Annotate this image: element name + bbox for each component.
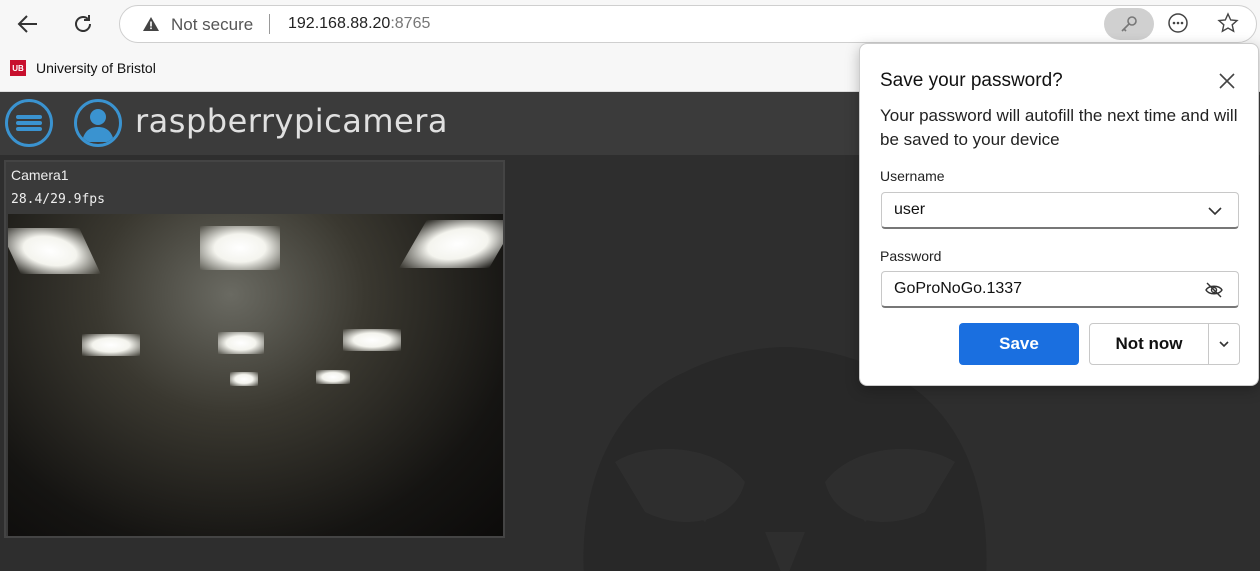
ceiling-light	[218, 332, 264, 354]
refresh-icon	[75, 15, 91, 32]
password-field[interactable]: GoProNoGo.1337	[881, 271, 1239, 308]
url-text[interactable]: 192.168.88.20:8765	[288, 15, 430, 33]
chevron-down-icon[interactable]	[1206, 202, 1224, 220]
bookmark-label: University of Bristol	[36, 60, 156, 76]
close-icon[interactable]	[1215, 69, 1239, 93]
address-divider	[269, 14, 270, 34]
camera-fps: 28.4/29.9fps	[11, 192, 105, 207]
ceiling-light	[399, 220, 503, 268]
back-button[interactable]	[11, 8, 45, 40]
not-now-dropdown-button[interactable]	[1208, 323, 1240, 365]
not-now-button[interactable]: Not now	[1089, 323, 1209, 365]
save-button[interactable]: Save	[959, 323, 1079, 365]
eye-hidden-icon[interactable]	[1204, 281, 1224, 299]
password-label: Password	[880, 248, 942, 264]
key-icon	[1121, 16, 1137, 32]
username-field[interactable]: user	[881, 192, 1239, 229]
camera-feed[interactable]	[8, 214, 503, 536]
warning-icon[interactable]	[142, 16, 160, 32]
star-icon[interactable]	[1217, 12, 1239, 34]
security-label[interactable]: Not secure	[171, 15, 253, 35]
password-key-button[interactable]	[1104, 8, 1154, 40]
app-title: raspberrypicamera	[135, 102, 448, 140]
user-button[interactable]	[74, 99, 122, 147]
dialog-description: Your password will autofill the next tim…	[880, 106, 1238, 149]
ceiling-light	[343, 329, 401, 351]
url-port: :8765	[390, 15, 431, 32]
dialog-title: Save your password?	[880, 70, 1063, 91]
ceiling-light	[82, 334, 140, 356]
url-host: 192.168.88.20	[288, 15, 391, 32]
save-password-dialog: Save your password? Your password will a…	[859, 43, 1259, 386]
refresh-button[interactable]	[66, 8, 100, 40]
ceiling-light	[316, 370, 350, 384]
menu-button[interactable]	[5, 99, 53, 147]
username-value: user	[894, 201, 926, 218]
back-arrow-icon	[17, 15, 37, 33]
chevron-down-icon	[1219, 341, 1229, 348]
address-bar[interactable]: Not secure 192.168.88.20:8765	[119, 5, 1257, 43]
browser-toolbar: Not secure 192.168.88.20:8765	[0, 0, 1260, 48]
more-options-icon[interactable]	[1167, 12, 1189, 34]
camera-name: Camera1	[11, 167, 69, 183]
camera-frame[interactable]: Camera1 28.4/29.9fps	[4, 160, 505, 538]
user-icon	[82, 109, 114, 142]
password-value: GoProNoGo.1337	[894, 280, 1023, 297]
hamburger-icon	[16, 113, 42, 133]
bristol-logo-icon: UB	[10, 60, 26, 76]
username-label: Username	[880, 168, 945, 184]
ceiling-light	[200, 226, 280, 270]
ceiling-light	[8, 228, 101, 274]
ceiling-light	[230, 372, 258, 386]
bookmark-item[interactable]: UB University of Bristol	[10, 60, 156, 76]
